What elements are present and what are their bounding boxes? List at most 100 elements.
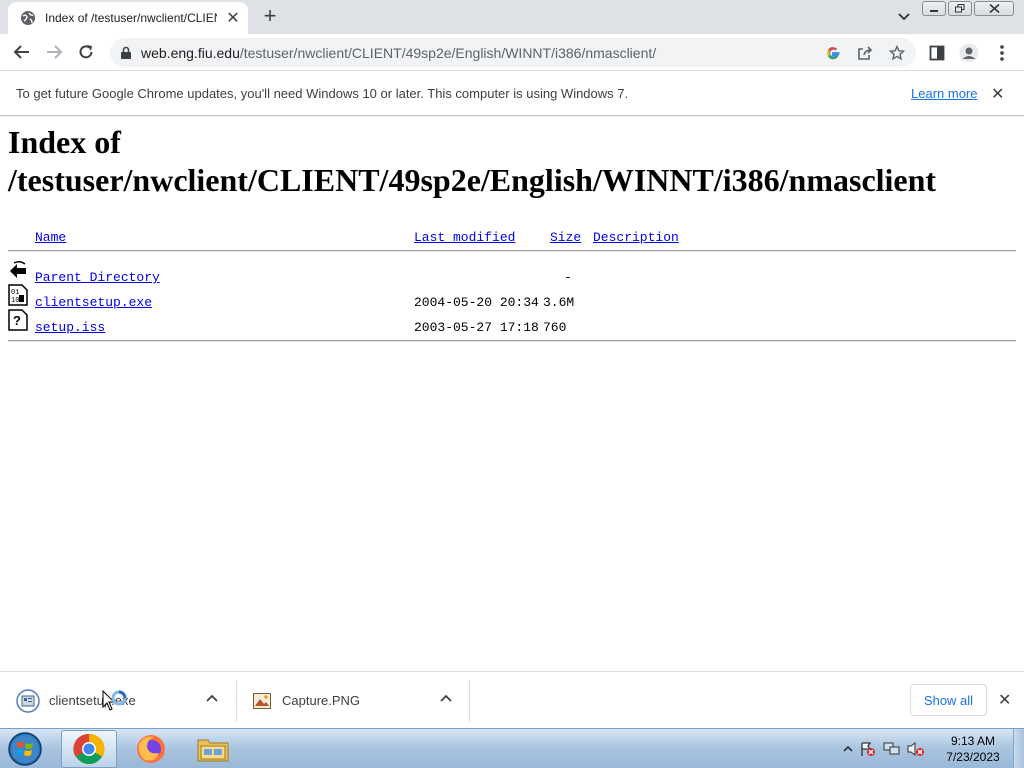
table-row-size: 760 (543, 320, 567, 335)
busy-cursor-icon (102, 690, 127, 711)
image-file-icon (253, 692, 271, 709)
tray-expand-icon[interactable] (843, 744, 853, 754)
taskbar-chrome[interactable] (61, 730, 117, 768)
tab-title: Index of /testuser/nwclient/CLIENT/49sp2… (45, 11, 217, 25)
restore-icon (955, 4, 965, 13)
start-button[interactable] (5, 731, 45, 767)
taskbar-file-explorer[interactable] (185, 730, 241, 768)
restore-button[interactable] (948, 1, 972, 16)
tab-close-icon[interactable]: ✕ (225, 8, 241, 28)
sort-by-name-link[interactable]: Name (35, 230, 66, 245)
file-link[interactable]: clientsetup.exe (35, 295, 152, 310)
table-row-name[interactable]: Parent Directory (35, 270, 160, 285)
divider-top (8, 250, 1016, 252)
menu-button[interactable] (992, 43, 1012, 63)
unknown-file-icon: ? (8, 309, 28, 331)
window-controls (922, 1, 1014, 16)
table-row-modified: 2003-05-27 17:18 (414, 320, 539, 335)
tab-active[interactable]: Index of /testuser/nwclient/CLIENT/49sp2… (8, 2, 248, 34)
side-panel-button[interactable] (927, 43, 947, 63)
forward-button[interactable] (43, 42, 65, 62)
file-link[interactable]: Parent Directory (35, 270, 160, 285)
column-header-last-modified[interactable]: Last modified (414, 230, 515, 245)
table-row-name[interactable]: setup.iss (35, 320, 105, 335)
close-shelf-icon[interactable]: ✕ (998, 690, 1011, 710)
table-row-size: - (564, 270, 572, 285)
address-bar[interactable]: web.eng.fiu.edu/testuser/nwclient/CLIENT… (110, 38, 916, 67)
tab-strip: Index of /testuser/nwclient/CLIENT/49sp2… (0, 0, 1024, 34)
download-filename: Capture.PNG (282, 693, 361, 708)
globe-icon (21, 11, 35, 25)
reload-icon (79, 45, 93, 59)
clock-date: 7/23/2023 (946, 750, 1000, 764)
google-lens-button[interactable] (824, 44, 842, 62)
window-close-button[interactable] (974, 1, 1014, 16)
svg-text:10: 10 (11, 297, 19, 305)
url-host: web.eng.fiu.edu (141, 45, 240, 61)
installer-icon (16, 688, 40, 713)
firefox-icon (137, 735, 165, 763)
sort-by-modified-link[interactable]: Last modified (414, 230, 515, 245)
action-center-icon[interactable] (859, 741, 877, 757)
update-infobar: To get future Google Chrome updates, you… (0, 72, 1024, 116)
profile-button[interactable] (959, 43, 979, 63)
share-button[interactable] (856, 44, 874, 62)
download-shelf: clientsetup.exe Capture.PNG Show all ✕ (0, 671, 1024, 728)
download-item-capture[interactable]: Capture.PNG (237, 672, 469, 729)
url-path: /testuser/nwclient/CLIENT/49sp2e/English… (239, 45, 657, 61)
lock-icon[interactable] (120, 46, 132, 60)
page-title-line1: Index of (8, 124, 121, 160)
file-link[interactable]: setup.iss (35, 320, 105, 335)
table-row-name[interactable]: clientsetup.exe (35, 295, 152, 310)
network-icon[interactable] (883, 741, 901, 757)
back-arrow-icon (10, 260, 26, 278)
browser-toolbar: web.eng.fiu.edu/testuser/nwclient/CLIENT… (0, 34, 1024, 71)
reload-button[interactable] (75, 42, 97, 62)
forward-arrow-icon (47, 45, 63, 59)
taskbar-firefox[interactable] (123, 730, 179, 768)
back-arrow-icon (13, 45, 29, 59)
download-separator (469, 680, 470, 722)
chevron-up-icon[interactable] (440, 693, 452, 705)
binary-file-icon: 01 10 (8, 284, 28, 306)
kebab-menu-icon (1000, 45, 1004, 61)
sort-by-size-link[interactable]: Size (550, 230, 581, 245)
new-tab-button[interactable]: + (258, 5, 282, 29)
url-text: web.eng.fiu.edu/testuser/nwclient/CLIENT… (141, 45, 656, 61)
back-button[interactable] (11, 42, 33, 62)
tab-search-icon[interactable] (893, 8, 915, 26)
star-icon (889, 45, 905, 61)
profile-avatar-icon (959, 43, 979, 63)
column-header-size[interactable]: Size (550, 230, 581, 245)
infobar-close-icon[interactable]: ✕ (991, 84, 1004, 104)
infobar-message: To get future Google Chrome updates, you… (16, 86, 629, 101)
close-icon (988, 4, 1000, 13)
minimize-button[interactable] (922, 1, 946, 16)
clock-time: 9:13 AM (950, 734, 996, 748)
chrome-icon (73, 733, 105, 765)
side-panel-icon (929, 45, 945, 61)
divider-bottom (8, 340, 1016, 342)
page-title: Index of /testuser/nwclient/CLIENT/49sp2… (8, 123, 1008, 199)
svg-text:?: ? (13, 313, 21, 328)
bookmark-button[interactable] (888, 44, 906, 62)
share-icon (858, 46, 873, 60)
volume-muted-icon[interactable] (907, 741, 925, 757)
taskbar-clock[interactable]: 9:13 AM 7/23/2023 (936, 733, 1010, 765)
column-header-name[interactable]: Name (35, 230, 66, 245)
chevron-up-icon[interactable] (206, 693, 218, 705)
google-g-icon (827, 47, 840, 60)
windows-taskbar: 9:13 AM 7/23/2023 (0, 728, 1024, 768)
learn-more-link[interactable]: Learn more (911, 86, 977, 101)
column-header-description[interactable]: Description (593, 230, 679, 245)
folder-icon (197, 739, 229, 762)
svg-text:01: 01 (11, 289, 19, 297)
show-all-downloads-button[interactable]: Show all (910, 684, 987, 716)
table-row-size: 3.6M (543, 295, 575, 310)
show-desktop-button[interactable] (1013, 729, 1024, 768)
table-row-modified: 2004-05-20 20:34 (414, 295, 539, 310)
sort-by-description-link[interactable]: Description (593, 230, 679, 245)
page-title-line2: /testuser/nwclient/CLIENT/49sp2e/English… (8, 162, 937, 198)
system-tray (843, 729, 925, 768)
page-content: Index of /testuser/nwclient/CLIENT/49sp2… (0, 117, 1024, 671)
